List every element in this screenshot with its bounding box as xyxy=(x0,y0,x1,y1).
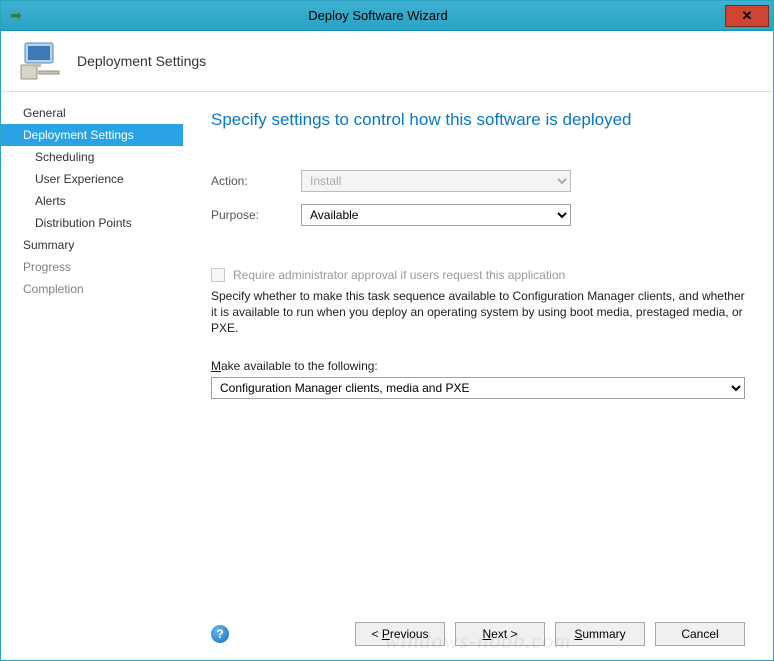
cancel-button[interactable]: Cancel xyxy=(655,622,745,646)
summary-button[interactable]: SummarySummary xyxy=(555,622,645,646)
purpose-row: Purpose: Available xyxy=(211,204,745,226)
require-approval-checkbox xyxy=(211,268,225,282)
header-title: Deployment Settings xyxy=(77,53,206,69)
description-text: Specify whether to make this task sequen… xyxy=(211,288,745,337)
sidebar-item-progress: Progress xyxy=(1,256,183,278)
require-approval-label: Require administrator approval if users … xyxy=(233,268,565,282)
page-heading: Specify settings to control how this sof… xyxy=(211,110,745,130)
purpose-label: Purpose: xyxy=(211,208,301,222)
sidebar-item-scheduling[interactable]: Scheduling xyxy=(1,146,183,168)
sidebar-item-alerts[interactable]: Alerts xyxy=(1,190,183,212)
wizard-main-panel: Specify settings to control how this sof… xyxy=(183,92,773,656)
computer-icon xyxy=(19,41,63,81)
previous-button[interactable]: < PPreviousrevious xyxy=(355,622,445,646)
sidebar-item-completion: Completion xyxy=(1,278,183,300)
require-approval-row: Require administrator approval if users … xyxy=(211,268,745,282)
sidebar-item-deployment-settings[interactable]: Deployment Settings xyxy=(1,124,183,146)
help-icon[interactable]: ? xyxy=(211,625,229,643)
next-button[interactable]: Next >Next xyxy=(455,622,545,646)
action-row: Action: Install xyxy=(211,170,745,192)
close-button[interactable]: ✕ xyxy=(725,5,769,27)
sidebar-item-user-experience[interactable]: User Experience xyxy=(1,168,183,190)
sidebar-item-summary[interactable]: Summary xyxy=(1,234,183,256)
wizard-footer: ? < PPreviousrevious Next >Next SummaryS… xyxy=(211,610,745,646)
make-available-select[interactable]: Configuration Manager clients, media and… xyxy=(211,377,745,399)
sidebar-item-distribution-points[interactable]: Distribution Points xyxy=(1,212,183,234)
titlebar: ➡ Deploy Software Wizard ✕ xyxy=(1,1,773,31)
make-available-label: Make available to the following: xyxy=(211,359,745,373)
action-label: Action: xyxy=(211,174,301,188)
window-title: Deploy Software Wizard xyxy=(31,8,725,23)
purpose-select[interactable]: Available xyxy=(301,204,571,226)
action-select: Install xyxy=(301,170,571,192)
wizard-sidebar: General Deployment Settings Scheduling U… xyxy=(1,92,183,656)
wizard-header: Deployment Settings xyxy=(1,31,773,91)
back-arrow-icon: ➡ xyxy=(1,7,31,24)
wizard-body: General Deployment Settings Scheduling U… xyxy=(1,91,773,656)
sidebar-item-general[interactable]: General xyxy=(1,102,183,124)
